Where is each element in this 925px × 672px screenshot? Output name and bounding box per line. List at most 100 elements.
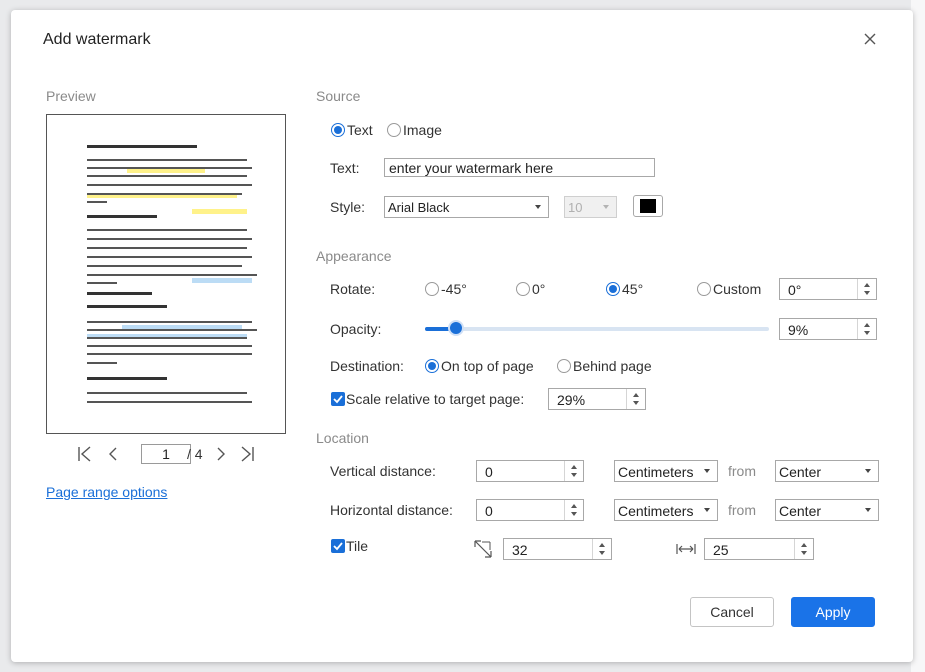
rotate-45-radio[interactable] (606, 282, 620, 296)
tile-label[interactable]: Tile (346, 538, 368, 554)
source-image-radio[interactable] (387, 123, 401, 137)
stepper-buttons (564, 461, 583, 481)
destination-on-top-label[interactable]: On top of page (441, 358, 534, 374)
increment-icon[interactable] (571, 465, 577, 469)
color-swatch (640, 199, 656, 213)
vertical-from-value: Center (779, 464, 822, 480)
increment-icon[interactable] (864, 323, 870, 327)
chevron-down-icon (865, 508, 871, 512)
source-text-label[interactable]: Text (347, 122, 373, 138)
page-range-options-link[interactable]: Page range options (46, 484, 167, 500)
stepper-buttons (857, 279, 876, 299)
checkmark-icon (333, 395, 343, 404)
vertical-distance-stepper[interactable]: 0 (476, 460, 584, 482)
cancel-button[interactable]: Cancel (690, 597, 774, 627)
thumbnail-text-line (87, 265, 242, 267)
rotate-custom-radio[interactable] (697, 282, 711, 296)
thumbnail-text-line (87, 238, 252, 240)
opacity-label: Opacity: (330, 321, 382, 337)
rotate-custom-label[interactable]: Custom (713, 281, 761, 297)
vertical-distance-value: 0 (485, 464, 493, 480)
opacity-slider-track[interactable] (425, 327, 769, 331)
text-field-label: Text: (330, 160, 360, 176)
last-page-icon[interactable] (239, 445, 255, 463)
decrement-icon[interactable] (864, 331, 870, 335)
tile-vertical-spacing-value: 32 (512, 542, 528, 558)
thumbnail-heading (87, 292, 152, 295)
apply-button[interactable]: Apply (791, 597, 875, 627)
watermark-text-input[interactable] (384, 158, 655, 177)
increment-icon[interactable] (633, 393, 639, 397)
scale-label[interactable]: Scale relative to target page: (346, 391, 524, 407)
location-section-label: Location (316, 430, 369, 446)
color-picker-button[interactable] (633, 195, 663, 217)
decrement-icon[interactable] (864, 291, 870, 295)
thumbnail-text-line (87, 321, 252, 323)
close-icon[interactable] (861, 30, 879, 48)
tile-vertical-spacing-stepper[interactable]: 32 (503, 538, 612, 560)
scale-value: 29% (557, 392, 586, 408)
destination-behind-radio[interactable] (557, 359, 571, 373)
vertical-from-label: from (728, 463, 756, 479)
previous-page-icon[interactable] (105, 445, 121, 463)
first-page-icon[interactable] (77, 445, 93, 463)
page-thumbnail (46, 114, 286, 434)
vertical-from-select[interactable]: Center (775, 460, 879, 482)
opacity-value: 9% (788, 322, 809, 338)
rotate-45-label[interactable]: 45° (622, 281, 643, 297)
decrement-icon[interactable] (571, 512, 577, 516)
opacity-slider-handle[interactable] (450, 322, 462, 334)
thumbnail-text-line (87, 247, 247, 249)
horizontal-distance-label: Horizontal distance: (330, 502, 453, 518)
rotate-0-label[interactable]: 0° (532, 281, 545, 297)
destination-on-top-radio[interactable] (425, 359, 439, 373)
vertical-unit-select[interactable]: Centimeters (614, 460, 718, 482)
horizontal-distance-value: 0 (485, 503, 493, 519)
rotate-minus-45-label[interactable]: -45° (441, 281, 467, 297)
increment-icon[interactable] (801, 543, 807, 547)
scale-stepper[interactable]: 29% (548, 388, 646, 410)
thumbnail-text-line (87, 201, 107, 203)
rotate-label: Rotate: (330, 281, 376, 297)
chevron-down-icon (603, 205, 609, 209)
thumbnail-heading (87, 145, 197, 148)
horizontal-unit-select[interactable]: Centimeters (614, 499, 718, 521)
page-number-input[interactable] (141, 444, 191, 464)
horizontal-from-value: Center (779, 503, 822, 519)
stepper-buttons (626, 389, 645, 409)
thumbnail-text-line (87, 345, 252, 347)
thumbnail-text-line (87, 362, 117, 364)
horizontal-distance-stepper[interactable]: 0 (476, 499, 584, 521)
vertical-unit-value: Centimeters (618, 464, 694, 480)
decrement-icon[interactable] (633, 401, 639, 405)
style-label: Style: (330, 199, 366, 215)
thumbnail-text-line (87, 159, 247, 161)
opacity-stepper[interactable]: 9% (779, 318, 877, 340)
horizontal-from-select[interactable]: Center (775, 499, 879, 521)
source-text-radio[interactable] (331, 123, 345, 137)
increment-icon[interactable] (571, 504, 577, 508)
next-page-icon[interactable] (213, 445, 229, 463)
rotate-minus-45-radio[interactable] (425, 282, 439, 296)
scale-checkbox[interactable] (331, 392, 345, 406)
chevron-down-icon (865, 469, 871, 473)
horizontal-from-label: from (728, 502, 756, 518)
destination-behind-label[interactable]: Behind page (573, 358, 652, 374)
custom-rotation-value: 0° (788, 282, 802, 298)
custom-rotation-stepper[interactable]: 0° (779, 278, 877, 300)
background-window-edge (911, 0, 925, 672)
font-size-select[interactable]: 10 (564, 196, 617, 218)
rotate-0-radio[interactable] (516, 282, 530, 296)
stepper-buttons (857, 319, 876, 339)
source-image-label[interactable]: Image (403, 122, 442, 138)
thumbnail-text-line (87, 274, 257, 276)
checkmark-icon (333, 542, 343, 551)
font-select[interactable]: Arial Black (384, 196, 549, 218)
tile-checkbox[interactable] (331, 539, 345, 553)
decrement-icon[interactable] (801, 551, 807, 555)
decrement-icon[interactable] (571, 473, 577, 477)
increment-icon[interactable] (599, 543, 605, 547)
increment-icon[interactable] (864, 283, 870, 287)
decrement-icon[interactable] (599, 551, 605, 555)
tile-horizontal-spacing-stepper[interactable]: 25 (704, 538, 814, 560)
